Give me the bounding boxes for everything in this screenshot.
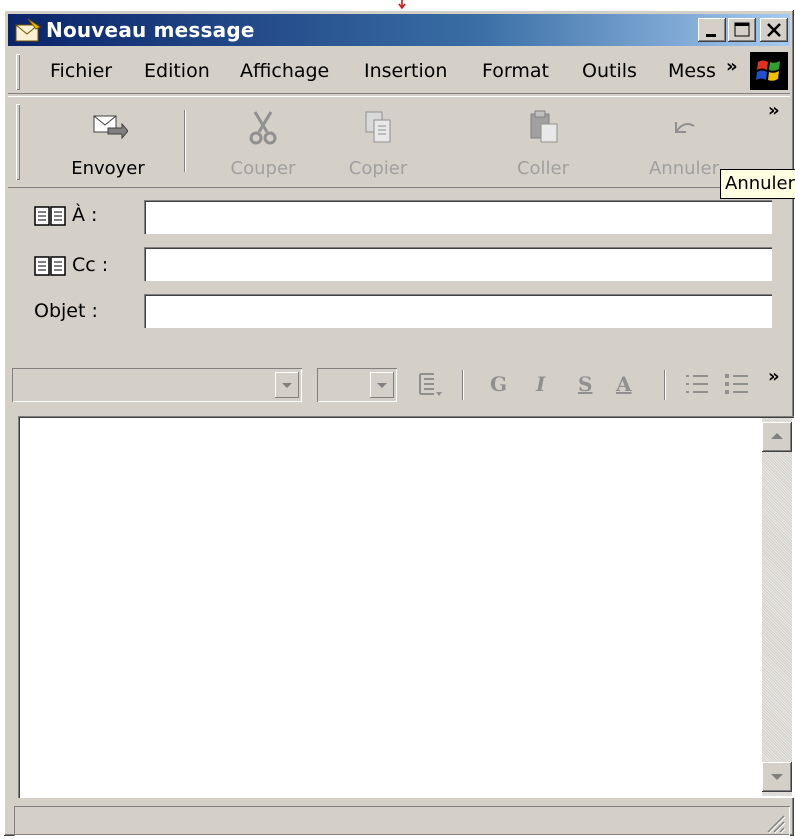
- menu-format[interactable]: Format: [482, 60, 549, 82]
- scroll-up-button[interactable]: [762, 422, 792, 452]
- copy-label: Copier: [348, 158, 408, 179]
- menu-edition[interactable]: Edition: [144, 60, 210, 82]
- toolbar-overflow-chevron[interactable]: »: [768, 100, 780, 121]
- menu-overflow-chevron[interactable]: »: [726, 56, 738, 77]
- toolbar-separator: [184, 110, 186, 172]
- undo-label: Annuler: [648, 158, 719, 179]
- paragraph-style-icon[interactable]: [414, 370, 444, 400]
- minimize-icon: [706, 34, 716, 37]
- font-size-select[interactable]: [317, 368, 397, 402]
- bullet-list-icon[interactable]: [722, 370, 752, 400]
- envelope-icon: [15, 18, 41, 42]
- subject-field[interactable]: [144, 294, 772, 328]
- menu-messages[interactable]: Mess: [668, 60, 716, 82]
- maximize-icon: [734, 22, 750, 37]
- vertical-scrollbar[interactable]: [762, 418, 792, 796]
- paste-label: Coller: [516, 158, 570, 179]
- paste-button[interactable]: Coller: [493, 102, 593, 182]
- windows-flag-icon: [756, 60, 780, 81]
- close-button[interactable]: [760, 18, 788, 42]
- new-message-window: Nouveau message Fichier Edition Affichag…: [4, 10, 794, 836]
- font-name-dropdown-button[interactable]: [275, 372, 299, 398]
- font-name-select[interactable]: [12, 368, 302, 402]
- address-book-icon: [34, 205, 66, 226]
- window-title: Nouveau message: [46, 18, 255, 42]
- scissors-icon: [249, 111, 277, 145]
- numbered-list-icon[interactable]: [682, 370, 712, 400]
- menu-grip[interactable]: [16, 54, 20, 90]
- address-book-icon: [34, 255, 66, 276]
- menu-fichier[interactable]: Fichier: [50, 60, 112, 82]
- cut-label: Couper: [230, 158, 296, 179]
- menu-affichage[interactable]: Affichage: [240, 60, 329, 82]
- subject-label: Objet :: [34, 300, 98, 322]
- minimize-button[interactable]: [698, 18, 726, 42]
- paste-icon: [530, 110, 558, 143]
- copy-button[interactable]: Copier: [328, 102, 428, 182]
- scroll-down-button[interactable]: [762, 762, 792, 792]
- menu-insertion[interactable]: Insertion: [364, 60, 447, 82]
- cut-button[interactable]: Couper: [213, 102, 313, 182]
- close-icon: [767, 23, 781, 37]
- menu-bar: Fichier Edition Affichage Insertion Form…: [8, 48, 790, 94]
- send-button[interactable]: Envoyer: [58, 102, 158, 182]
- message-body[interactable]: [18, 416, 794, 798]
- cc-field[interactable]: [144, 247, 772, 281]
- cc-button[interactable]: Cc :: [34, 254, 108, 277]
- cc-label: Cc :: [72, 254, 109, 276]
- maximize-button[interactable]: [728, 18, 756, 42]
- menu-outils[interactable]: Outils: [582, 60, 637, 82]
- italic-button[interactable]: I: [536, 372, 545, 396]
- format-separator: [462, 370, 464, 400]
- copy-icon: [365, 111, 391, 143]
- to-field[interactable]: [144, 200, 772, 234]
- title-bar[interactable]: Nouveau message: [8, 14, 790, 46]
- resize-grip-icon[interactable]: [764, 812, 786, 834]
- font-size-dropdown-button[interactable]: [370, 372, 394, 398]
- undo-icon: [675, 122, 695, 133]
- to-label: À :: [72, 204, 98, 226]
- send-label: Envoyer: [71, 158, 145, 179]
- send-icon: [93, 115, 128, 140]
- toolbar-grip[interactable]: [16, 104, 20, 180]
- pointer-mark-icon: [398, 0, 406, 10]
- to-button[interactable]: À :: [34, 204, 97, 227]
- format-overflow-chevron[interactable]: »: [768, 366, 780, 387]
- windows-logo: [750, 52, 788, 90]
- bold-button[interactable]: G: [490, 372, 507, 396]
- standard-toolbar: Envoyer Couper Copier Coller Annuler »: [8, 96, 790, 188]
- font-color-button[interactable]: A: [616, 372, 632, 396]
- undo-button[interactable]: Annuler: [634, 102, 734, 182]
- format-separator: [664, 370, 666, 400]
- underline-button[interactable]: S: [578, 372, 592, 396]
- status-bar: [14, 806, 790, 836]
- undo-tooltip: Annuler: [720, 169, 795, 199]
